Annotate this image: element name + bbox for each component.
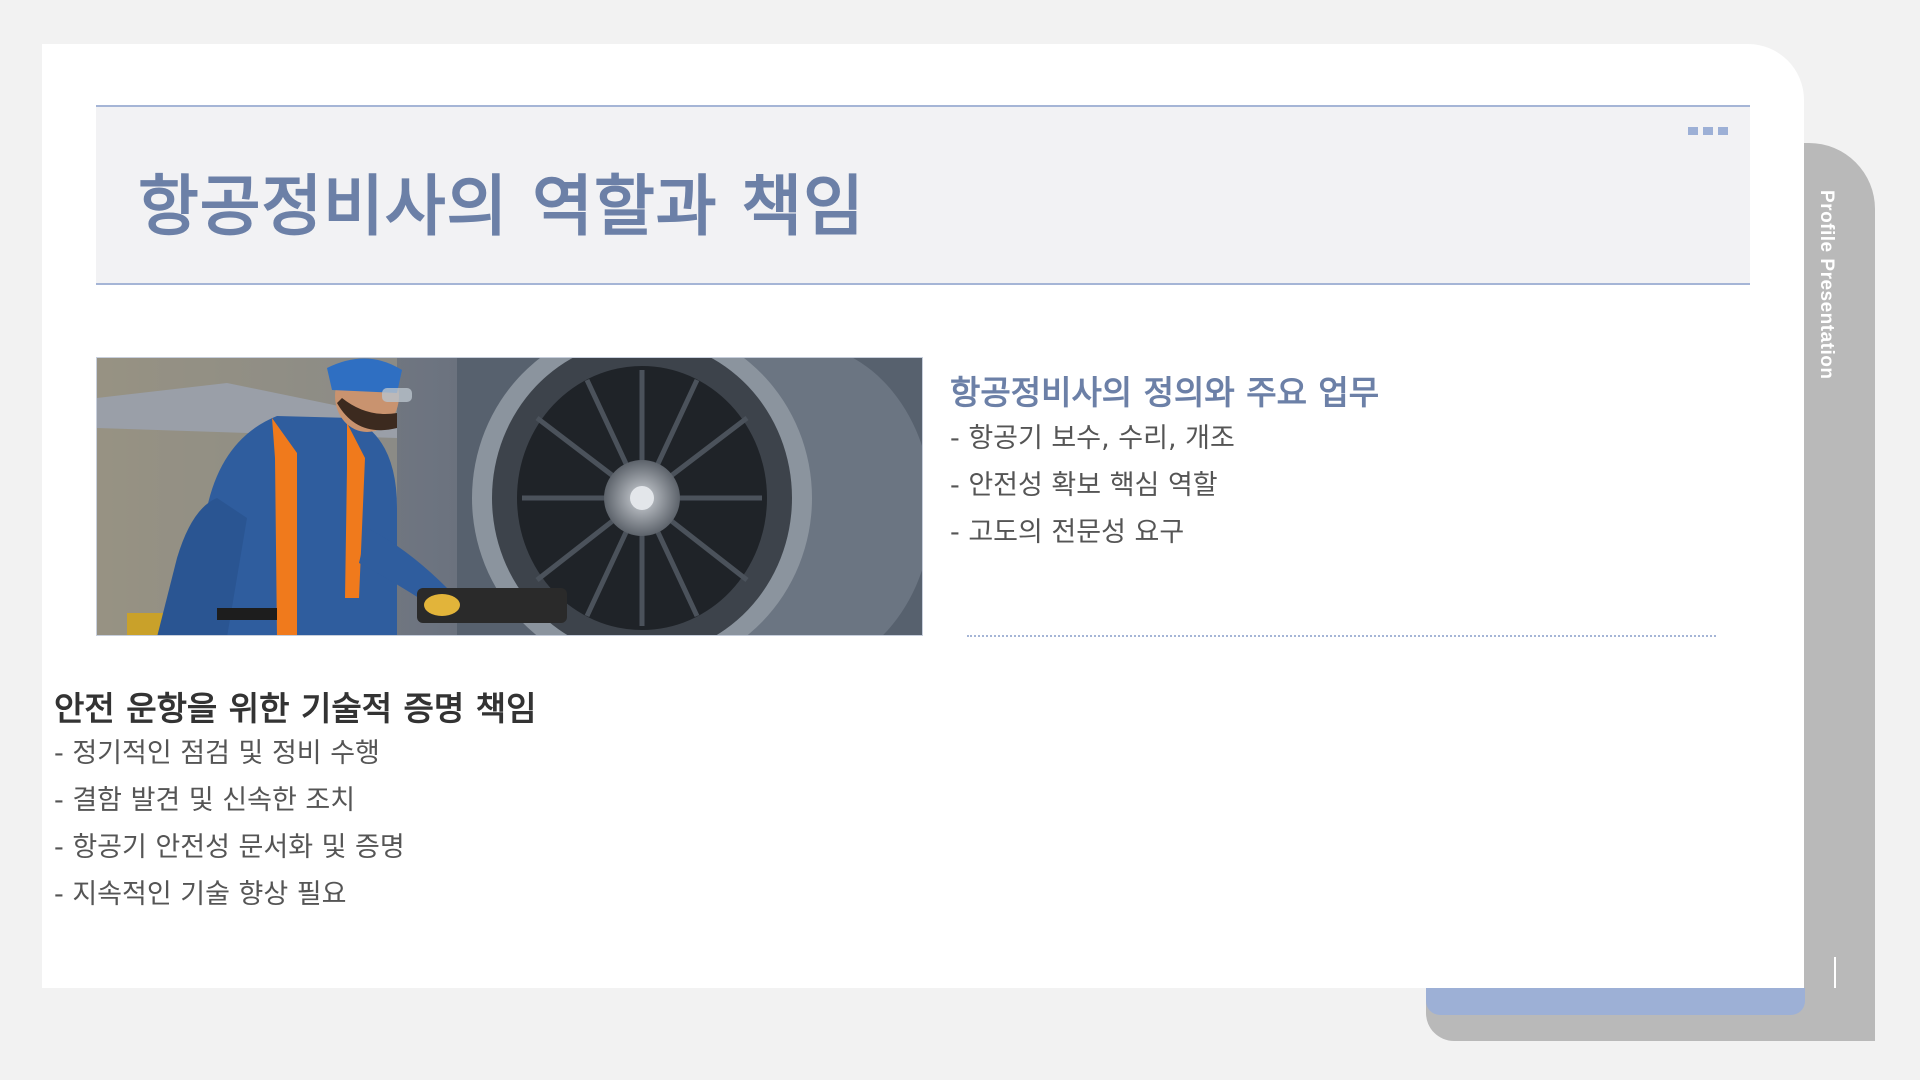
list-item: - 지속적인 기술 향상 필요 (54, 879, 347, 910)
list-item: - 결함 발견 및 신속한 조치 (54, 785, 356, 816)
side-tab-label: Profile Presentation (1816, 190, 1837, 380)
section2-heading: 안전 운항을 위한 기술적 증명 책임 (54, 689, 537, 728)
page-title: 항공정비사의 역할과 책임 (138, 167, 865, 245)
section1-list: - 항공기 보수, 수리, 개조 - 안전성 확보 핵심 역할 - 고도의 전문… (950, 415, 1235, 556)
section2-list: - 정기적인 점검 및 정비 수행 - 결함 발견 및 신속한 조치 - 항공기… (54, 730, 405, 918)
list-item: - 고도의 전문성 요구 (950, 517, 1185, 548)
list-item: - 안전성 확보 핵심 역할 (950, 470, 1218, 501)
mechanic-engine-photo (96, 357, 923, 636)
list-item: - 정기적인 점검 및 정비 수행 (54, 738, 380, 769)
bottom-accent-bar (1426, 988, 1805, 1015)
more-dots-icon (1688, 127, 1728, 135)
section1-heading: 항공정비사의 정의와 주요 업무 (950, 373, 1380, 412)
side-tab (1802, 143, 1875, 1041)
list-item: - 항공기 안전성 문서화 및 증명 (54, 832, 405, 863)
section-divider (967, 635, 1716, 637)
list-item: - 항공기 보수, 수리, 개조 (950, 423, 1235, 454)
title-band: 항공정비사의 역할과 책임 (96, 105, 1750, 285)
